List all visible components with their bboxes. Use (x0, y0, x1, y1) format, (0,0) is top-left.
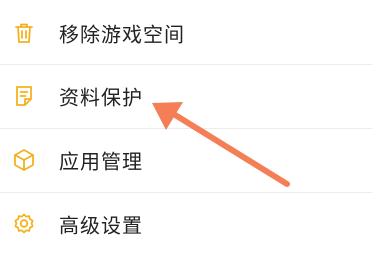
menu-item-label: 资料保护 (59, 85, 143, 110)
document-icon (11, 83, 37, 109)
menu-item-label: 高级设置 (59, 213, 143, 238)
menu-item-app-management[interactable]: 应用管理 (0, 129, 372, 191)
gear-icon (11, 211, 37, 237)
menu-item-advanced-settings[interactable]: 高级设置 (0, 193, 372, 255)
cube-icon (11, 147, 37, 173)
menu-item-data-protection[interactable]: 资料保护 (0, 65, 372, 127)
settings-menu: 移除游戏空间 资料保护 应用管理 高级设置 (0, 0, 372, 241)
menu-item-label: 移除游戏空间 (59, 22, 185, 47)
menu-item-remove-game-space[interactable]: 移除游戏空间 (0, 2, 372, 64)
trash-icon (11, 20, 37, 46)
menu-item-label: 应用管理 (59, 149, 143, 174)
